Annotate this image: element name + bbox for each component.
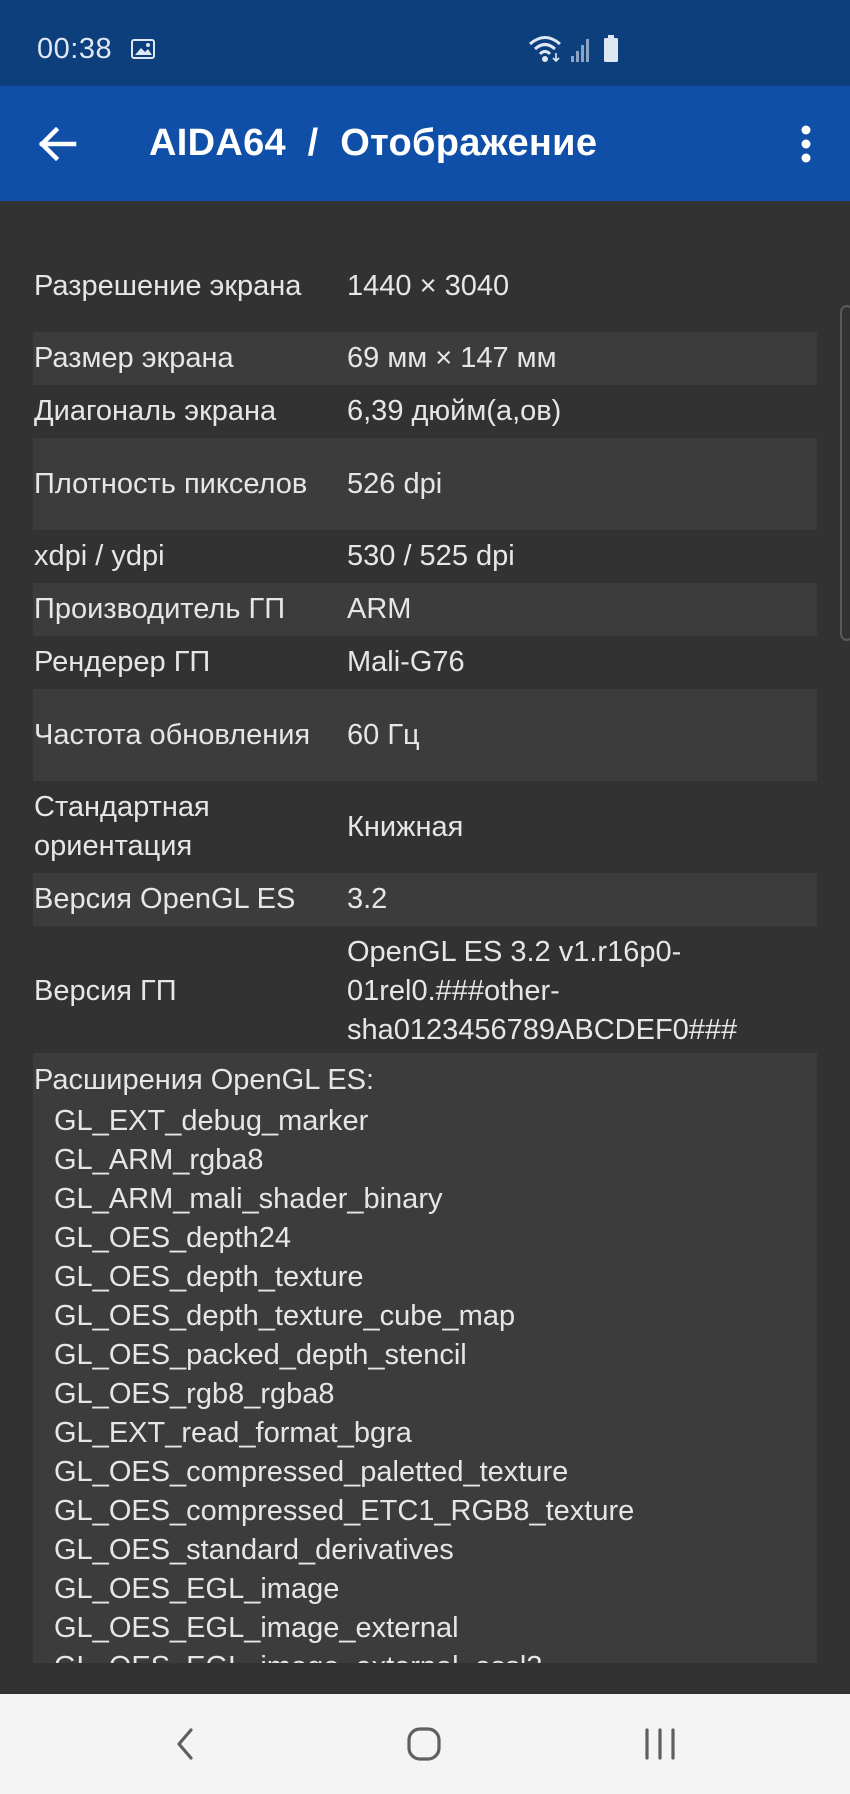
scrollbar-thumb[interactable] [840,305,850,641]
info-row: Размер экрана 69 мм × 147 мм [33,332,817,385]
info-label: Производитель ГП [34,593,286,625]
list-item: GL_EXT_debug_marker [54,1105,369,1137]
info-label: xdpi / ydpi [34,540,165,572]
info-label: Версия ГП [34,974,177,1007]
back-button[interactable] [30,116,86,172]
info-row: Частота обновления 60 Гц [33,689,817,781]
info-label: Рендерер ГП [34,646,211,678]
info-row: Разрешение экрана 1440 × 3040 [33,240,817,332]
list-item: GL_ARM_mali_shader_binary [54,1183,443,1215]
list-item: GL_OES_compressed_paletted_texture [54,1456,569,1488]
app-bar: AIDA64 / Отображение [0,86,850,201]
more-vert-icon [786,125,826,176]
list-item: GL_OES_EGL_image [54,1573,340,1605]
info-value: 3.2 [347,883,388,915]
list-item: GL_OES_standard_derivatives [54,1534,454,1566]
info-label: Размер экрана [34,342,234,374]
overflow-menu-button[interactable] [786,116,826,172]
info-row: Рендерер ГП Mali-G76 [33,636,817,689]
list-item: GL_OES_depth_texture [54,1261,364,1293]
opengl-extensions-panel: Расширения OpenGL ES: GL_EXT_debug_marke… [33,1053,817,1663]
info-value: 526 dpi [347,467,443,500]
info-row: Плотность пикселов 526 dpi [33,438,817,530]
gallery-icon [131,39,155,59]
info-value: Книжная [347,810,464,843]
nav-back-icon [157,1728,213,1772]
arrow-back-icon [30,126,86,176]
nav-back-button[interactable] [157,1720,213,1768]
info-label: Плотность пикселов [34,467,308,500]
nav-home-icon [396,1727,452,1772]
info-row: Версия OpenGL ES 3.2 [33,873,817,926]
info-value: 1440 × 3040 [347,269,510,302]
battery-icon [603,35,619,68]
status-bar: 00:38 [0,0,850,86]
info-table: Разрешение экрана 1440 × 3040 Размер экр… [33,240,817,1056]
info-label: Диагональ экрана [34,395,277,427]
info-value: Mali-G76 [347,646,465,678]
info-row: Производитель ГП ARM [33,583,817,636]
info-value: ARM [347,593,412,625]
nav-recents-icon [633,1728,689,1772]
list-item: GL_OES_depth_texture_cube_map [54,1300,516,1332]
wifi-icon [528,35,564,68]
info-value: 6,39 дюйм(а,ов) [347,395,562,427]
info-value: 69 мм × 147 мм [347,342,557,374]
info-label: Разрешение экрана [34,269,302,302]
extensions-title: Расширения OpenGL ES: [34,1064,375,1096]
nav-recents-button[interactable] [633,1720,689,1768]
list-item: GL_OES_compressed_ETC1_RGB8_texture [54,1495,635,1527]
list-item: GL_OES_packed_depth_stencil [54,1339,467,1371]
status-time: 00:38 [37,33,113,65]
info-row: xdpi / ydpi 530 / 525 dpi [33,530,817,583]
signal-icon [570,37,592,68]
info-row: Диагональ экрана 6,39 дюйм(а,ов) [33,385,817,438]
nav-home-button[interactable] [396,1720,452,1768]
info-label: Стандартная ориентация [34,791,210,862]
info-row: Стандартная ориентация Книжная [33,781,817,873]
list-item: GL_ARM_rgba8 [54,1144,264,1176]
page-title: AIDA64 / Отображение [149,122,598,164]
content-area[interactable]: Разрешение экрана 1440 × 3040 Размер экр… [0,201,850,1694]
list-item: GL_EXT_read_format_bgra [54,1417,412,1449]
list-item: GL_OES_depth24 [54,1222,292,1254]
info-value: 530 / 525 dpi [347,540,515,572]
list-item: GL_OES_EGL_image_external_essl3 [54,1648,634,1663]
info-label: Версия OpenGL ES [34,883,296,915]
navigation-bar [0,1694,850,1794]
info-value: OpenGL ES 3.2 v1.r16p0-01rel0.###other-s… [347,935,738,1046]
info-label: Частота обновления [34,718,311,751]
info-row: Версия ГП OpenGL ES 3.2 v1.r16p0-01rel0.… [33,926,817,1056]
extensions-list: GL_EXT_debug_marker GL_ARM_rgba8 GL_ARM_… [54,1102,634,1663]
list-item: GL_OES_rgb8_rgba8 [54,1378,335,1410]
list-item: GL_OES_EGL_image_external [54,1612,459,1644]
info-value: 60 Гц [347,718,420,751]
